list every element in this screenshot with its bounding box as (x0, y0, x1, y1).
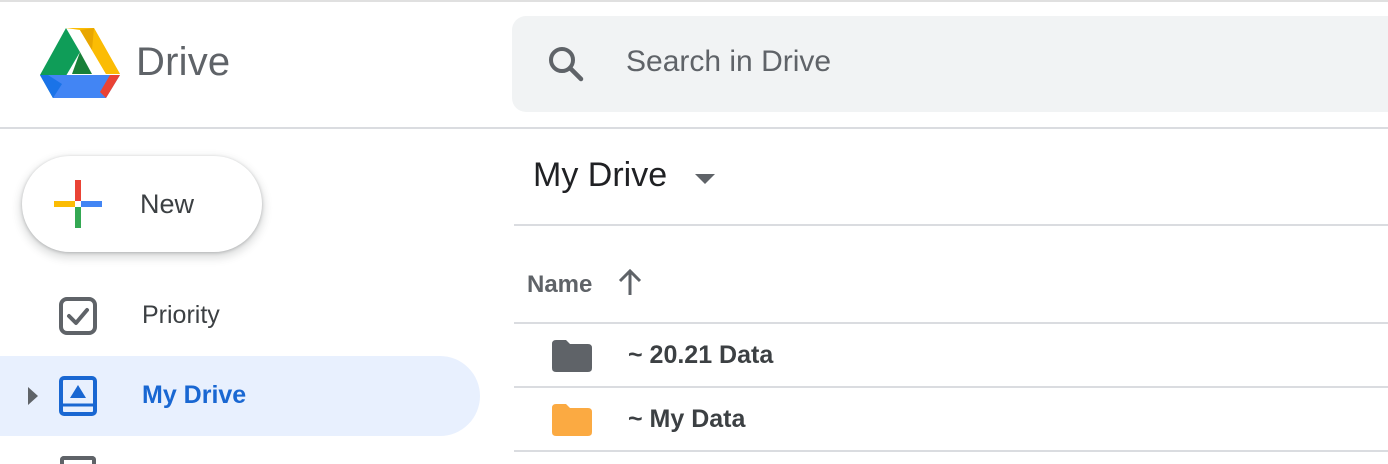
table-row[interactable]: ~ My Data (514, 388, 1388, 452)
new-button-label: New (140, 189, 195, 219)
plus-icon (54, 180, 102, 228)
column-header-name[interactable]: Name (527, 271, 592, 299)
expand-arrow-icon[interactable] (26, 386, 40, 406)
file-list-header: Name (514, 226, 1388, 324)
search-icon[interactable] (546, 44, 586, 84)
sidebar-item-label: Priority (142, 301, 220, 329)
search-bar[interactable]: Search in Drive (512, 16, 1388, 112)
header: Drive Search in Drive (0, 2, 1388, 129)
new-button[interactable]: New (22, 156, 262, 252)
file-name[interactable]: ~ 20.21 Data (628, 341, 773, 370)
table-row[interactable]: ~ 20.21 Data (514, 324, 1388, 388)
drive-logo-icon[interactable] (40, 28, 120, 100)
main-title-row: My Drive (514, 130, 1388, 226)
brand-name: Drive (136, 40, 231, 84)
priority-check-icon (58, 296, 98, 336)
page-title[interactable]: My Drive (533, 156, 667, 195)
sort-ascending-icon[interactable] (616, 267, 644, 297)
sidebar-item-priority[interactable]: Priority (0, 276, 480, 356)
sidebar-next-item-icon[interactable] (60, 456, 96, 464)
chevron-down-icon[interactable] (694, 172, 716, 186)
sidebar-item-label: My Drive (142, 381, 247, 409)
drive-app: Drive Search in Drive New Priority My Dr… (0, 0, 1388, 464)
search-input[interactable]: Search in Drive (626, 45, 831, 79)
my-drive-icon (58, 376, 98, 416)
sidebar-item-my-drive[interactable]: My Drive (0, 356, 480, 436)
file-name[interactable]: ~ My Data (628, 405, 745, 434)
folder-icon (550, 338, 594, 374)
folder-icon (550, 402, 594, 438)
